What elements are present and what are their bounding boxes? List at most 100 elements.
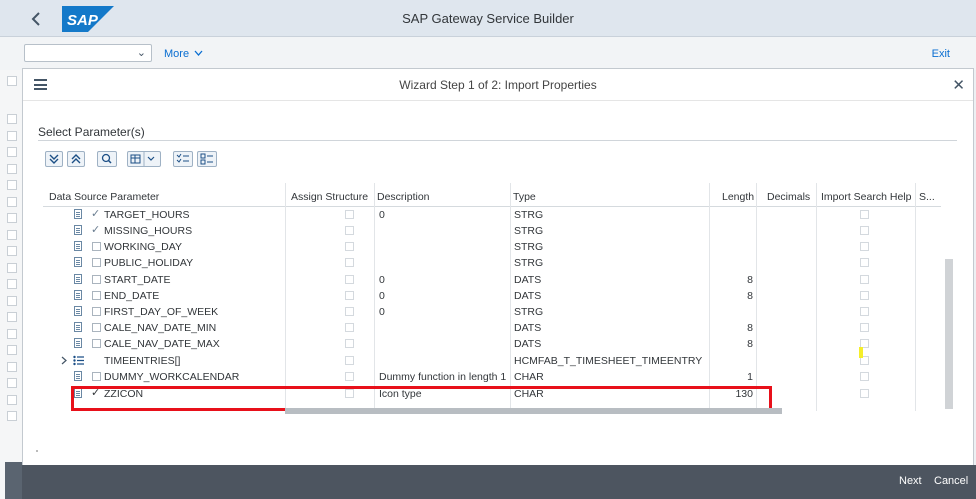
param-type: HCMFAB_T_TIMESHEET_TIMEENTRY xyxy=(514,355,703,367)
vertical-scrollbar[interactable] xyxy=(945,259,953,409)
variant-select[interactable]: ⌄ xyxy=(24,44,152,62)
param-type: DATS xyxy=(514,322,542,334)
assign-structure-checkbox[interactable] xyxy=(345,210,354,219)
table-row[interactable]: TIMEENTRIES[] HCMFAB_T_TIMESHEET_TIMEENT… xyxy=(43,353,941,369)
select-checkbox[interactable] xyxy=(92,307,101,316)
search-help-checkbox[interactable] xyxy=(860,226,869,235)
section-title: Select Parameter(s) xyxy=(38,125,145,139)
search-help-checkbox[interactable] xyxy=(860,210,869,219)
col-decimals[interactable]: Decimals xyxy=(767,191,810,203)
table-row[interactable]: DUMMY_WORKCALENDAR Dummy function in len… xyxy=(43,369,941,385)
assign-structure-checkbox[interactable] xyxy=(345,258,354,267)
table-structure-icon xyxy=(73,355,84,366)
bg-checkbox xyxy=(7,131,17,141)
col-description[interactable]: Description xyxy=(377,191,430,203)
find-icon xyxy=(101,153,112,164)
parameter-icon xyxy=(74,225,82,235)
col-length[interactable]: Length xyxy=(722,191,754,203)
bg-checkbox xyxy=(7,329,17,339)
param-description: 0 xyxy=(379,274,385,286)
search-help-checkbox[interactable] xyxy=(860,258,869,267)
param-name: FIRST_DAY_OF_WEEK xyxy=(104,306,219,318)
bg-checkbox xyxy=(7,296,17,306)
collapse-all-button[interactable] xyxy=(67,151,85,167)
table-row[interactable]: START_DATE 0 DATS 8 xyxy=(43,272,941,288)
param-name: PUBLIC_HOLIDAY xyxy=(104,257,194,269)
param-type: DATS xyxy=(514,274,542,286)
search-help-checkbox[interactable] xyxy=(860,275,869,284)
app-title: SAP Gateway Service Builder xyxy=(402,11,574,26)
col-type[interactable]: Type xyxy=(513,191,536,203)
find-button[interactable] xyxy=(97,151,117,167)
exit-button[interactable]: Exit xyxy=(932,48,950,60)
bg-checkbox xyxy=(7,197,17,207)
checkmark-icon[interactable]: ✓ xyxy=(91,223,100,236)
assign-structure-checkbox[interactable] xyxy=(345,226,354,235)
search-help-checkbox[interactable] xyxy=(860,291,869,300)
background-footer xyxy=(5,462,23,499)
param-description: 0 xyxy=(379,306,385,318)
layout-menu-button[interactable] xyxy=(127,151,161,167)
search-help-checkbox[interactable] xyxy=(860,372,869,381)
deselect-all-button[interactable] xyxy=(197,151,217,167)
checkmark-icon[interactable]: ✓ xyxy=(91,207,100,220)
import-properties-dialog: Wizard Step 1 of 2: Import Properties ✕ … xyxy=(22,68,974,499)
table-row[interactable]: ✓ TARGET_HOURS 0 STRG xyxy=(43,207,941,223)
param-name: TARGET_HOURS xyxy=(104,209,190,221)
assign-structure-checkbox[interactable] xyxy=(345,372,354,381)
bg-checkbox xyxy=(7,362,17,372)
select-checkbox[interactable] xyxy=(92,339,101,348)
select-checkbox[interactable] xyxy=(92,258,101,267)
background-list xyxy=(0,70,22,499)
expand-all-button[interactable] xyxy=(45,151,63,167)
bg-checkbox xyxy=(7,147,17,157)
next-button[interactable]: Next xyxy=(899,475,922,487)
assign-structure-checkbox[interactable] xyxy=(345,291,354,300)
search-help-checkbox[interactable] xyxy=(860,307,869,316)
parameter-icon xyxy=(74,241,82,251)
table-row[interactable]: FIRST_DAY_OF_WEEK 0 STRG xyxy=(43,304,941,320)
col-s[interactable]: S... xyxy=(919,191,935,203)
bg-checkbox xyxy=(7,263,17,273)
horizontal-scrollbar[interactable] xyxy=(285,408,782,414)
assign-structure-checkbox[interactable] xyxy=(345,356,354,365)
param-name: CALE_NAV_DATE_MIN xyxy=(104,322,217,334)
close-icon[interactable]: ✕ xyxy=(952,76,965,94)
col-assign-structure[interactable]: Assign Structure xyxy=(291,191,368,203)
search-help-checkbox[interactable] xyxy=(860,242,869,251)
table-row[interactable]: PUBLIC_HOLIDAY STRG xyxy=(43,255,941,271)
table-row[interactable]: ✓ MISSING_HOURS STRG xyxy=(43,223,941,239)
param-type: STRG xyxy=(514,257,544,269)
col-data-source-parameter[interactable]: Data Source Parameter xyxy=(49,191,159,203)
select-checkbox[interactable] xyxy=(92,242,101,251)
more-label: More xyxy=(164,48,190,60)
bg-row-icon xyxy=(7,76,17,86)
col-import-search-help[interactable]: Import Search Help xyxy=(821,191,911,203)
table-row[interactable]: CALE_NAV_DATE_MAX DATS 8 xyxy=(43,336,941,352)
assign-structure-checkbox[interactable] xyxy=(345,275,354,284)
table-row[interactable]: END_DATE 0 DATS 8 xyxy=(43,288,941,304)
search-help-checkbox[interactable] xyxy=(860,389,869,398)
param-name: CALE_NAV_DATE_MAX xyxy=(104,338,220,350)
more-button[interactable]: More xyxy=(164,48,203,60)
chevron-right-icon[interactable] xyxy=(61,356,68,365)
assign-structure-checkbox[interactable] xyxy=(345,242,354,251)
cancel-button[interactable]: Cancel xyxy=(934,475,968,487)
table-row[interactable]: WORKING_DAY STRG xyxy=(43,239,941,255)
param-type: STRG xyxy=(514,306,544,318)
select-checkbox[interactable] xyxy=(92,275,101,284)
select-checkbox[interactable] xyxy=(92,291,101,300)
bg-checkbox xyxy=(7,180,17,190)
select-checkbox[interactable] xyxy=(92,372,101,381)
bg-checkbox xyxy=(7,164,17,174)
table-row[interactable]: CALE_NAV_DATE_MIN DATS 8 xyxy=(43,320,941,336)
search-help-checkbox[interactable] xyxy=(860,323,869,332)
bg-checkbox xyxy=(7,411,17,421)
bg-checkbox xyxy=(7,246,17,256)
select-checkbox[interactable] xyxy=(92,323,101,332)
param-description: 0 xyxy=(379,209,385,221)
select-all-button[interactable] xyxy=(173,151,193,167)
assign-structure-checkbox[interactable] xyxy=(345,307,354,316)
assign-structure-checkbox[interactable] xyxy=(345,323,354,332)
assign-structure-checkbox[interactable] xyxy=(345,339,354,348)
